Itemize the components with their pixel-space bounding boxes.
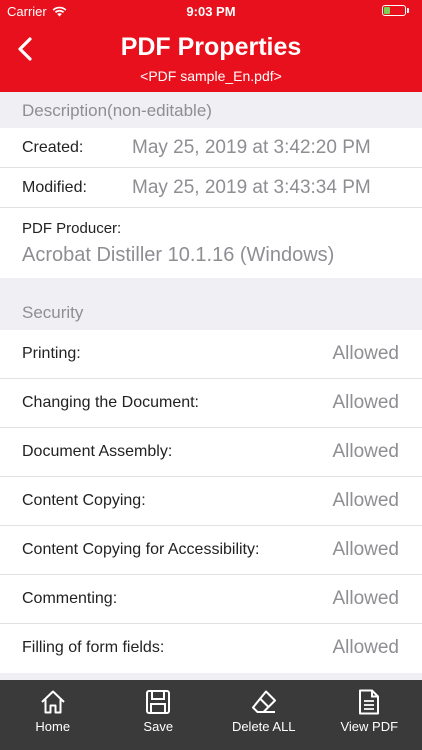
security-row-document-assembly: Document Assembly: Allowed — [0, 428, 422, 477]
security-row-changing-document: Changing the Document: Allowed — [0, 379, 422, 428]
security-value: Allowed — [332, 343, 399, 364]
view-pdf-button[interactable]: View PDF — [317, 680, 422, 750]
delete-all-button[interactable]: Delete ALL — [211, 680, 317, 750]
security-value: Allowed — [332, 588, 399, 609]
producer-value: Acrobat Distiller 10.1.16 (Windows) — [22, 244, 335, 266]
producer-row: PDF Producer: Acrobat Distiller 10.1.16 … — [0, 208, 422, 278]
status-time: 9:03 PM — [186, 4, 236, 19]
security-row-content-copying: Content Copying: Allowed — [0, 477, 422, 526]
security-label: Document Assembly: — [22, 443, 173, 460]
security-row-copying-accessibility: Content Copying for Accessibility: Allow… — [0, 526, 422, 575]
modified-label: Modified: — [22, 179, 87, 196]
save-button[interactable]: Save — [106, 680, 212, 750]
status-bar: Carrier 9:03 PM — [0, 0, 422, 22]
security-label: Changing the Document: — [22, 394, 199, 411]
created-row: Created: May 25, 2019 at 3:42:20 PM — [0, 128, 422, 168]
document-icon — [359, 689, 380, 715]
security-label: Content Copying for Accessibility: — [22, 541, 260, 558]
security-row-printing: Printing: Allowed — [0, 330, 422, 379]
home-button[interactable]: Home — [0, 680, 106, 750]
description-panel: Created: May 25, 2019 at 3:42:20 PM Modi… — [0, 128, 422, 278]
delete-all-label: Delete ALL — [231, 719, 296, 734]
security-value: Allowed — [332, 539, 399, 560]
nav-header: Carrier 9:03 PM PDF Properties <PDF samp… — [0, 0, 422, 92]
view-pdf-label: View PDF — [340, 719, 399, 734]
save-label: Save — [143, 719, 174, 734]
producer-label: PDF Producer: — [22, 220, 122, 237]
security-label: Commenting: — [22, 590, 118, 607]
file-name-subtitle: <PDF sample_En.pdf> — [140, 68, 282, 84]
security-value: Allowed — [332, 637, 399, 658]
security-value: Allowed — [332, 490, 399, 511]
bottom-toolbar: Home Save Delete ALL View PDF — [0, 680, 422, 750]
created-label: Created: — [22, 139, 84, 156]
modified-row: Modified: May 25, 2019 at 3:43:34 PM — [0, 168, 422, 208]
modified-value: May 25, 2019 at 3:43:34 PM — [132, 177, 371, 198]
security-row-form-filling: Filling of form fields: Allowed — [0, 624, 422, 673]
security-value: Allowed — [332, 392, 399, 413]
home-label: Home — [35, 719, 71, 734]
security-label: Printing: — [22, 345, 81, 362]
security-panel: Printing: Allowed Changing the Document:… — [0, 330, 422, 673]
description-section-header: Description(non-editable) — [22, 101, 212, 120]
created-value: May 25, 2019 at 3:42:20 PM — [132, 137, 371, 158]
security-label: Content Copying: — [22, 492, 146, 509]
save-icon — [146, 690, 171, 714]
page-title: PDF Properties — [120, 33, 302, 61]
security-row-commenting: Commenting: Allowed — [0, 575, 422, 624]
home-icon — [41, 690, 65, 714]
security-section-header: Security — [22, 303, 84, 322]
eraser-icon — [251, 690, 276, 713]
security-value: Allowed — [332, 441, 399, 462]
battery-icon — [382, 5, 412, 16]
security-label: Filling of form fields: — [22, 639, 165, 656]
